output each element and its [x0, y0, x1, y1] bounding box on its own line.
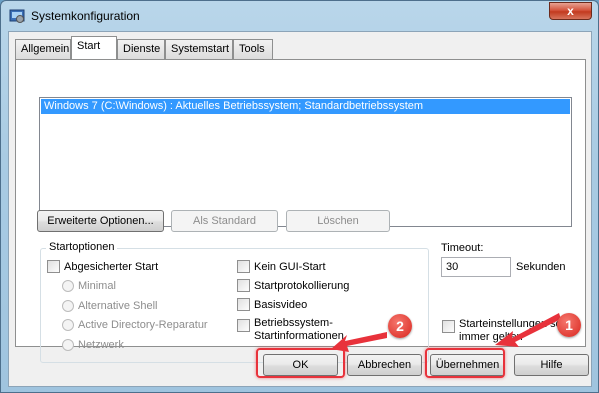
radio-icon: [62, 300, 74, 312]
seconds-label: Sekunden: [516, 261, 566, 273]
os-list-item[interactable]: Windows 7 (C:\Windows) : Aktuelles Betri…: [41, 99, 570, 114]
checkbox-icon: [237, 260, 250, 273]
window-title: Systemkonfiguration: [31, 9, 140, 23]
help-button[interactable]: Hilfe: [514, 354, 589, 376]
checkbox-icon: [237, 279, 250, 292]
os-list[interactable]: Windows 7 (C:\Windows) : Aktuelles Betri…: [39, 97, 572, 227]
tab-systemstart[interactable]: Systemstart: [165, 39, 233, 59]
radio-network[interactable]: Netzwerk: [62, 339, 124, 351]
step-1-badge: 1: [557, 313, 581, 337]
safe-boot-label: Abgesicherter Start: [64, 260, 159, 273]
boot-log-checkbox[interactable]: Startprotokollierung: [237, 279, 349, 292]
tab-dienste[interactable]: Dienste: [117, 39, 165, 59]
os-boot-info-checkbox[interactable]: Betriebssystem- Startinformationen: [237, 317, 344, 343]
checkbox-icon: [47, 260, 60, 273]
radio-network-label: Netzwerk: [78, 339, 124, 351]
timeout-label: Timeout:: [441, 242, 484, 254]
no-gui-label: Kein GUI-Start: [254, 260, 326, 273]
tab-tools[interactable]: Tools: [233, 39, 273, 59]
set-default-button[interactable]: Als Standard: [171, 210, 278, 232]
radio-alternative-shell-label: Alternative Shell: [78, 300, 158, 312]
advanced-options-button[interactable]: Erweiterte Optionen...: [37, 210, 164, 232]
radio-ad-repair-label: Active Directory-Reparatur: [78, 319, 208, 331]
arrow-2-icon: [331, 332, 387, 352]
delete-button[interactable]: Löschen: [286, 210, 390, 232]
checkbox-icon: [237, 298, 250, 311]
radio-icon: [62, 319, 74, 331]
close-icon[interactable]: x: [549, 2, 592, 20]
radio-minimal[interactable]: Minimal: [62, 280, 116, 292]
apply-highlight-frame: [425, 348, 505, 378]
radio-ad-repair[interactable]: Active Directory-Reparatur: [62, 319, 208, 331]
title-bar[interactable]: Systemkonfiguration x: [1, 1, 598, 31]
radio-icon: [62, 339, 74, 351]
system-configuration-window: Systemkonfiguration x Allgemein Start Di…: [0, 0, 599, 393]
os-boot-info-line1: Betriebssystem-: [254, 317, 333, 329]
radio-icon: [62, 280, 74, 292]
step-2-badge: 2: [388, 314, 412, 338]
timeout-input[interactable]: 30: [441, 257, 511, 277]
base-video-checkbox[interactable]: Basisvideo: [237, 298, 307, 311]
base-video-label: Basisvideo: [254, 298, 308, 311]
safe-boot-checkbox[interactable]: Abgesicherter Start: [47, 260, 158, 273]
arrow-1-icon: [495, 313, 561, 347]
cancel-button[interactable]: Abbrechen: [347, 354, 422, 376]
checkbox-icon: [442, 320, 455, 333]
checkbox-icon: [237, 319, 250, 332]
start-tab-panel: Windows 7 (C:\Windows) : Aktuelles Betri…: [15, 59, 586, 363]
msconfig-icon: [9, 9, 25, 23]
boot-options-title: Startoptionen: [46, 241, 118, 253]
tab-allgemein[interactable]: Allgemein: [15, 39, 71, 59]
tab-start[interactable]: Start: [71, 36, 117, 59]
boot-log-label: Startprotokollierung: [254, 279, 350, 292]
no-gui-checkbox[interactable]: Kein GUI-Start: [237, 260, 326, 273]
radio-minimal-label: Minimal: [78, 280, 116, 292]
radio-alternative-shell[interactable]: Alternative Shell: [62, 300, 158, 312]
